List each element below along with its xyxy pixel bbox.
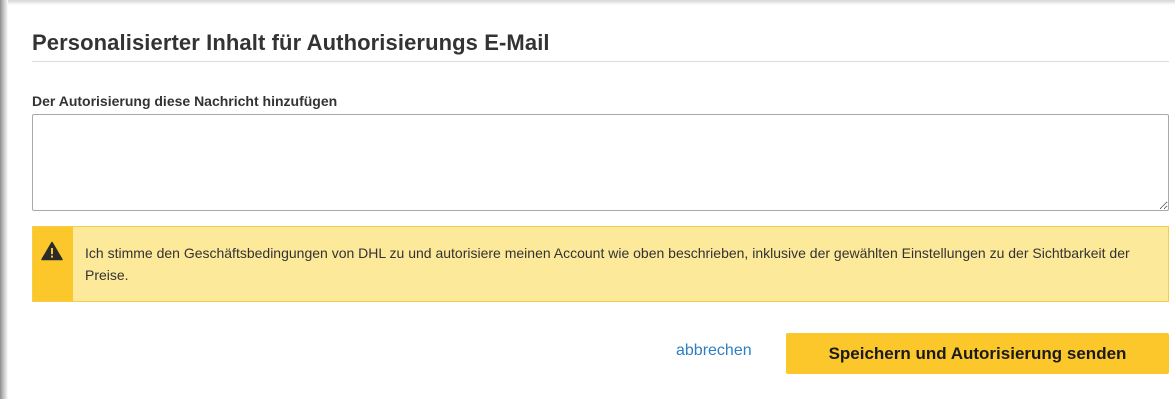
save-and-send-authorization-button[interactable]: Speichern und Autorisierung senden	[786, 333, 1169, 374]
warning-icon	[41, 241, 63, 261]
message-textarea[interactable]	[32, 114, 1169, 211]
notice-text: Ich stimme den Geschäftsbedingungen von …	[85, 245, 1130, 283]
window-shadow-left	[0, 0, 8, 399]
terms-notice: Ich stimme den Geschäftsbedingungen von …	[32, 226, 1169, 302]
section-title: Personalisierter Inhalt für Authorisieru…	[32, 30, 550, 55]
message-field-label: Der Autorisierung diese Nachricht hinzuf…	[32, 93, 338, 109]
notice-stripe	[33, 227, 73, 301]
authorization-email-dialog: Personalisierter Inhalt für Authorisieru…	[0, 0, 1175, 399]
title-divider	[32, 61, 1169, 62]
window-shadow-top	[0, 0, 1175, 5]
cancel-link[interactable]: abbrechen	[676, 342, 752, 360]
